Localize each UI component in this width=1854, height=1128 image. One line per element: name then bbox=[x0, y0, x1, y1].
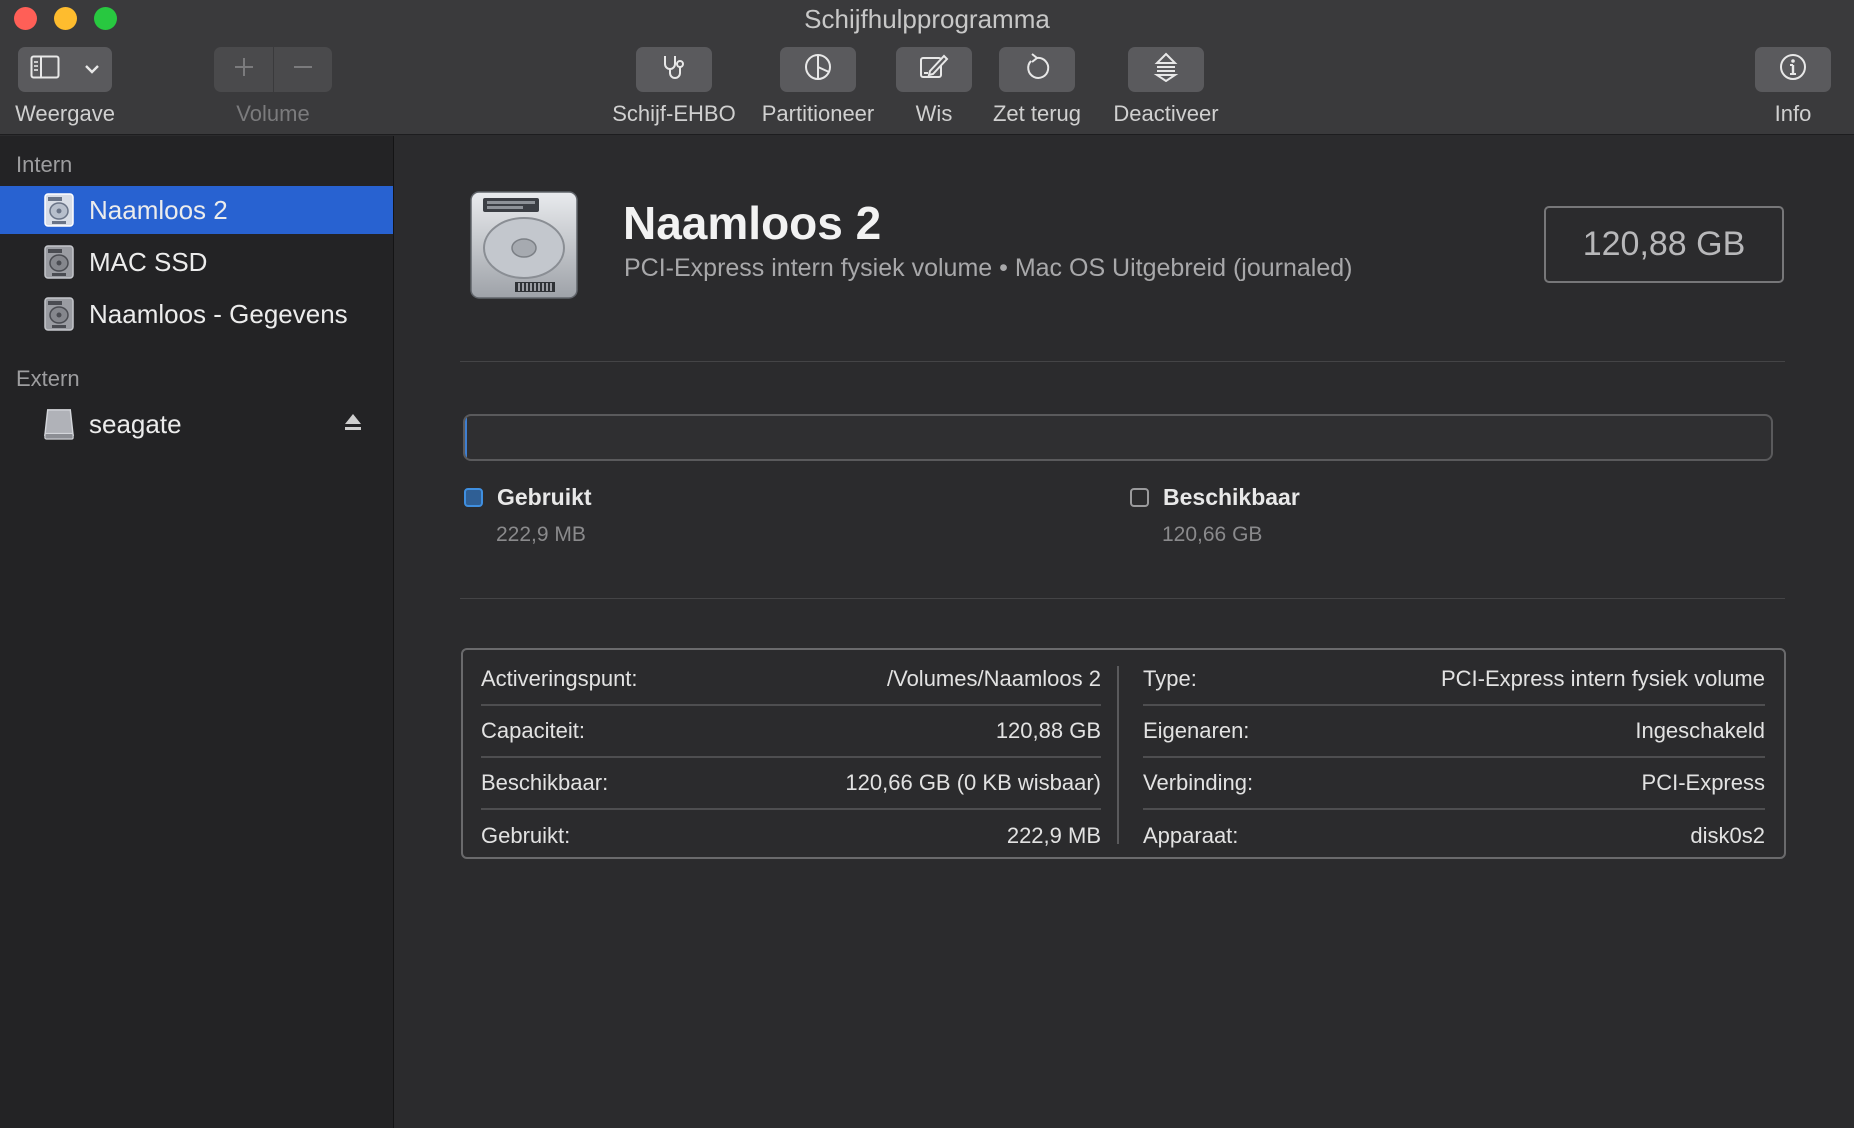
partition-tool[interactable]: Partitioneer bbox=[756, 47, 880, 127]
legend-free-label: Beschikbaar bbox=[1163, 484, 1300, 510]
legend-used-value: 222,9 MB bbox=[496, 523, 586, 546]
volume-disk-icon bbox=[465, 186, 583, 309]
volume-title: Naamloos 2 bbox=[623, 197, 882, 249]
info-button[interactable] bbox=[1755, 47, 1831, 92]
window-toolbar: Schijfhulpprogramma Weergave Volume Schi… bbox=[0, 0, 1854, 135]
free-swatch bbox=[1130, 488, 1149, 507]
unmount-label: Deactiveer bbox=[1113, 101, 1219, 126]
volume-label: Volume bbox=[236, 101, 310, 126]
legend-free: Beschikbaar bbox=[1130, 484, 1300, 511]
sidebar-item-seagate[interactable]: seagate bbox=[0, 400, 393, 448]
table-row: Capaciteit: 120,88 GB bbox=[481, 706, 1101, 758]
used-swatch bbox=[464, 488, 483, 507]
table-row: Gebruikt: 222,9 MB bbox=[481, 810, 1101, 862]
table-row: Verbinding: PCI-Express bbox=[1143, 758, 1765, 810]
detail-value: 120,88 GB bbox=[995, 718, 1101, 743]
table-row: Beschikbaar: 120,66 GB (0 KB wisbaar) bbox=[481, 758, 1101, 810]
volume-subtitle: PCI-Express intern fysiek volume • Mac O… bbox=[624, 254, 1353, 282]
details-table: Activeringspunt: /Volumes/Naamloos 2 Cap… bbox=[461, 648, 1786, 859]
main-pane: Naamloos 2 PCI-Express intern fysiek vol… bbox=[395, 136, 1854, 1128]
legend-free-value: 120,66 GB bbox=[1162, 523, 1263, 546]
add-volume-button bbox=[215, 47, 273, 92]
internal-disk-icon bbox=[43, 242, 75, 282]
erase-button[interactable] bbox=[896, 47, 972, 92]
sidebar-section-intern: Intern bbox=[16, 152, 73, 177]
restore-button[interactable] bbox=[999, 47, 1075, 92]
detail-value: 120,66 GB (0 KB wisbaar) bbox=[845, 770, 1101, 795]
table-column-divider bbox=[1117, 666, 1119, 844]
sidebar-item-mac-ssd[interactable]: MAC SSD bbox=[0, 238, 393, 286]
detail-value: disk0s2 bbox=[1690, 823, 1765, 848]
detail-key: Capaciteit: bbox=[481, 718, 585, 743]
plus-icon bbox=[233, 56, 255, 83]
detail-key: Type: bbox=[1143, 666, 1197, 691]
partition-button[interactable] bbox=[780, 47, 856, 92]
internal-disk-icon bbox=[43, 190, 75, 230]
minus-icon bbox=[292, 56, 314, 83]
pie-chart-icon bbox=[803, 52, 833, 87]
divider bbox=[460, 361, 1785, 362]
usage-bar bbox=[463, 414, 1773, 461]
usage-bar-used-fill bbox=[465, 416, 468, 459]
sidebar-item-label: Naamloos - Gegevens bbox=[89, 298, 348, 329]
unmount-icon bbox=[1153, 52, 1179, 87]
view-tool[interactable]: Weergave bbox=[14, 47, 116, 127]
external-disk-icon bbox=[43, 404, 75, 444]
first-aid-button[interactable] bbox=[636, 47, 712, 92]
info-label: Info bbox=[1774, 101, 1812, 126]
detail-key: Eigenaren: bbox=[1143, 718, 1250, 743]
erase-tool[interactable]: Wis bbox=[896, 47, 972, 127]
view-button[interactable] bbox=[18, 47, 112, 92]
table-row: Type: PCI-Express intern fysiek volume bbox=[1143, 654, 1765, 706]
table-row: Eigenaren: Ingeschakeld bbox=[1143, 706, 1765, 758]
restore-icon bbox=[1023, 52, 1051, 87]
detail-value: PCI-Express bbox=[1641, 770, 1765, 795]
sidebar-item-label: seagate bbox=[89, 408, 182, 439]
erase-label: Wis bbox=[915, 101, 953, 126]
restore-tool[interactable]: Zet terug bbox=[984, 47, 1090, 127]
sidebar-item-naamloos-2[interactable]: Naamloos 2 bbox=[0, 186, 393, 234]
info-tool[interactable]: Info bbox=[1755, 47, 1831, 127]
first-aid-label: Schijf-EHBO bbox=[612, 101, 736, 126]
remove-volume-button bbox=[273, 47, 331, 92]
sidebar-icon bbox=[30, 55, 60, 84]
sidebar-section-extern: Extern bbox=[16, 366, 80, 391]
sidebar-item-label: Naamloos 2 bbox=[89, 194, 228, 225]
volume-segmented-control bbox=[214, 47, 332, 92]
unmount-tool[interactable]: Deactiveer bbox=[1108, 47, 1224, 127]
capacity-badge: 120,88 GB bbox=[1544, 206, 1784, 283]
unmount-button[interactable] bbox=[1128, 47, 1204, 92]
detail-key: Apparaat: bbox=[1143, 823, 1239, 848]
stethoscope-icon bbox=[659, 53, 689, 86]
detail-value: Ingeschakeld bbox=[1635, 718, 1765, 743]
first-aid-tool[interactable]: Schijf-EHBO bbox=[608, 47, 740, 127]
restore-label: Zet terug bbox=[992, 101, 1082, 126]
detail-value: 222,9 MB bbox=[1006, 823, 1101, 848]
table-row: Apparaat: disk0s2 bbox=[1143, 810, 1765, 862]
erase-icon bbox=[918, 53, 950, 86]
detail-value: PCI-Express intern fysiek volume bbox=[1441, 666, 1765, 691]
sidebar-item-label: MAC SSD bbox=[89, 246, 208, 277]
info-icon bbox=[1778, 52, 1808, 87]
divider bbox=[460, 598, 1785, 599]
eject-icon[interactable] bbox=[343, 412, 363, 437]
sidebar-item-naamloos-gegevens[interactable]: Naamloos - Gegevens bbox=[0, 290, 393, 338]
internal-disk-icon bbox=[43, 294, 75, 334]
detail-key: Activeringspunt: bbox=[481, 666, 638, 691]
table-row: Activeringspunt: /Volumes/Naamloos 2 bbox=[481, 654, 1101, 706]
window-title: Schijfhulpprogramma bbox=[804, 4, 1050, 34]
sidebar: Intern Naamloos 2 MAC SSD Naamloos - Geg… bbox=[0, 136, 394, 1128]
detail-key: Verbinding: bbox=[1143, 770, 1254, 795]
partition-label: Partitioneer bbox=[761, 101, 875, 126]
volume-tool: Volume bbox=[214, 47, 332, 127]
detail-value: /Volumes/Naamloos 2 bbox=[887, 666, 1101, 691]
detail-key: Gebruikt: bbox=[481, 823, 571, 848]
legend-used-label: Gebruikt bbox=[497, 484, 592, 510]
detail-key: Beschikbaar: bbox=[481, 770, 609, 795]
chevron-down-icon bbox=[84, 61, 100, 79]
legend-used: Gebruikt bbox=[464, 484, 592, 511]
view-label: Weergave bbox=[15, 101, 115, 126]
